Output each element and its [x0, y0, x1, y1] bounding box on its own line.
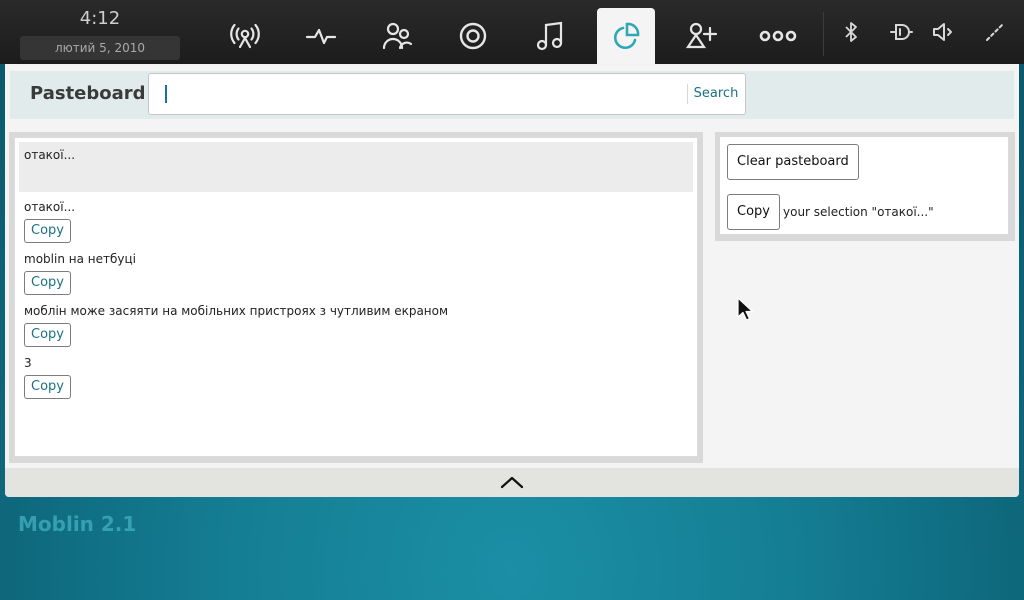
- collapse-bar[interactable]: [5, 468, 1019, 497]
- actions-box: Clear pasteboard Copy your selection "от…: [720, 137, 1008, 234]
- volume-button[interactable]: [926, 14, 960, 50]
- pasteboard-list-pane: отакої... отакої... Copy moblin на нетбу…: [9, 132, 703, 463]
- copy-button[interactable]: Copy: [24, 323, 71, 347]
- panel-header: Pasteboard Search: [10, 71, 1014, 119]
- applications-button[interactable]: [749, 8, 807, 64]
- selected-list-item[interactable]: отакої...: [19, 142, 693, 192]
- desktop-label: Moblin 2.1: [18, 512, 137, 536]
- actions-pane: Clear pasteboard Copy your selection "от…: [715, 132, 1015, 241]
- panel-title: Pasteboard: [30, 83, 146, 104]
- list-item-text: отакої...: [24, 200, 76, 214]
- people-button[interactable]: [368, 8, 426, 64]
- add-person-button[interactable]: [673, 8, 731, 64]
- top-toolbar: 4:12 лютий 5, 2010: [0, 0, 1024, 64]
- list-item-text: 3: [24, 356, 32, 370]
- bluetooth-icon: [845, 22, 857, 42]
- clock-time: 4:12: [79, 8, 121, 29]
- music-note-icon: [536, 21, 563, 51]
- internet-button[interactable]: [444, 8, 502, 64]
- clear-pasteboard-button[interactable]: Clear pasteboard: [727, 144, 859, 180]
- media-button[interactable]: [520, 8, 578, 64]
- copy-button[interactable]: Copy: [24, 271, 71, 295]
- wireless-status-icon: [230, 23, 260, 49]
- copy-selection-button[interactable]: Copy: [727, 194, 780, 230]
- mouse-pointer-icon: [737, 297, 755, 327]
- expand-icon: [986, 23, 1004, 41]
- pasteboard-list[interactable]: отакої... отакої... Copy moblin на нетбу…: [14, 137, 698, 457]
- pasteboard-button[interactable]: [597, 8, 655, 64]
- copy-button[interactable]: Copy: [24, 219, 71, 243]
- list-item-text: моблін може засяяти на мобільних пристро…: [24, 304, 449, 318]
- clock-widget[interactable]: 4:12 лютий 5, 2010: [20, 4, 180, 60]
- chevron-up-icon[interactable]: [496, 472, 528, 492]
- applications-icon: [759, 30, 797, 42]
- add-person-icon: [686, 22, 718, 49]
- copy-button[interactable]: Copy: [24, 375, 71, 399]
- list-item: moblin на нетбуці Copy: [24, 251, 136, 295]
- power-plug-icon: [890, 24, 913, 40]
- pasteboard-icon: [614, 22, 640, 49]
- status-button[interactable]: [292, 8, 350, 64]
- wireless-status-button[interactable]: [216, 8, 274, 64]
- text-caret: [165, 85, 167, 103]
- list-item: моблін може засяяти на мобільних пристро…: [24, 303, 448, 347]
- power-button[interactable]: [884, 14, 918, 50]
- pulse-icon: [305, 28, 337, 45]
- people-icon: [382, 22, 413, 50]
- expand-button[interactable]: [978, 14, 1012, 50]
- bluetooth-button[interactable]: [834, 14, 868, 50]
- list-item: отакої... Copy: [24, 199, 75, 243]
- search-field[interactable]: Search: [148, 73, 746, 115]
- selection-label: your selection "отакої...": [783, 205, 934, 219]
- search-button[interactable]: Search: [688, 74, 744, 114]
- toolbar-separator: [823, 12, 824, 56]
- list-item: 3 Copy: [24, 355, 71, 399]
- selected-item-text: отакої...: [24, 148, 76, 162]
- clock-date: лютий 5, 2010: [20, 36, 180, 60]
- list-item-text: moblin на нетбуці: [24, 252, 136, 266]
- volume-icon: [933, 23, 952, 41]
- target-icon: [459, 22, 487, 50]
- pasteboard-panel: Pasteboard Search отакої... отакої... Co…: [5, 64, 1019, 497]
